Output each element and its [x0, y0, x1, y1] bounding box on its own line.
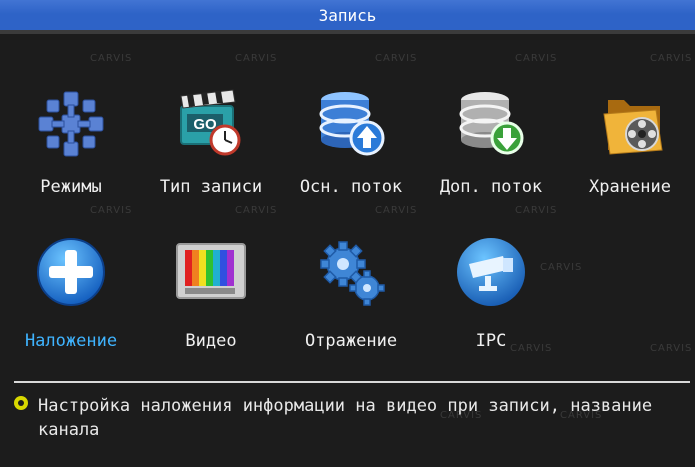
menu-item-label: IPC — [475, 331, 507, 351]
watermark: CARVIS — [515, 53, 558, 64]
menu-item-label: Отражение — [304, 331, 398, 351]
menu-item-main-stream[interactable]: Осн. поток — [281, 88, 421, 228]
menu-item-label: Наложение — [24, 331, 118, 351]
title-divider — [0, 30, 695, 34]
menu-item-label: Осн. поток — [299, 177, 403, 197]
clapperboard-clock-icon: GO — [180, 89, 241, 156]
snowflake-cubes-icon — [38, 91, 104, 157]
menu-item-sub-stream[interactable]: Доп. поток — [421, 88, 561, 228]
plus-circle-icon — [37, 238, 105, 306]
watermark: CARVIS — [650, 343, 693, 354]
tv-color-bars-icon — [176, 243, 246, 299]
database-download-icon — [459, 92, 524, 155]
database-upload-icon — [319, 92, 385, 156]
menu-item-label: Видео — [185, 331, 237, 351]
menu-item-ipc[interactable]: IPC — [421, 236, 561, 376]
watermark: CARVIS — [650, 53, 693, 64]
menu-item-storage[interactable]: Хранение — [560, 88, 695, 228]
window-title: Запись — [318, 6, 377, 25]
info-bullet-icon — [14, 396, 28, 410]
gears-icon — [320, 241, 385, 306]
watermark: CARVIS — [375, 53, 418, 64]
menu-item-label: Доп. поток — [439, 177, 543, 197]
menu-item-overlay[interactable]: Наложение — [1, 236, 141, 376]
security-camera-icon — [457, 238, 525, 306]
separator-line — [14, 381, 690, 383]
menu-item-label: Тип записи — [159, 177, 263, 197]
title-bar: Запись — [0, 0, 695, 30]
menu-item-label: Режимы — [40, 177, 102, 197]
record-menu-window: Запись CARVIS CARVIS CARVIS CARVIS CARVI… — [0, 0, 695, 467]
menu-item-label: Хранение — [589, 177, 671, 197]
watermark: CARVIS — [90, 53, 133, 64]
menu-item-modes[interactable]: Режимы — [1, 88, 141, 228]
hint-text: Настройка наложения информации на видео … — [38, 396, 653, 440]
menu-item-record-type[interactable]: GO Тип записи — [141, 88, 281, 228]
folder-film-reel-icon — [603, 100, 663, 155]
menu-item-mirror[interactable]: Отражение — [281, 236, 421, 376]
watermark: CARVIS — [235, 53, 278, 64]
menu-item-video[interactable]: Видео — [141, 236, 281, 376]
